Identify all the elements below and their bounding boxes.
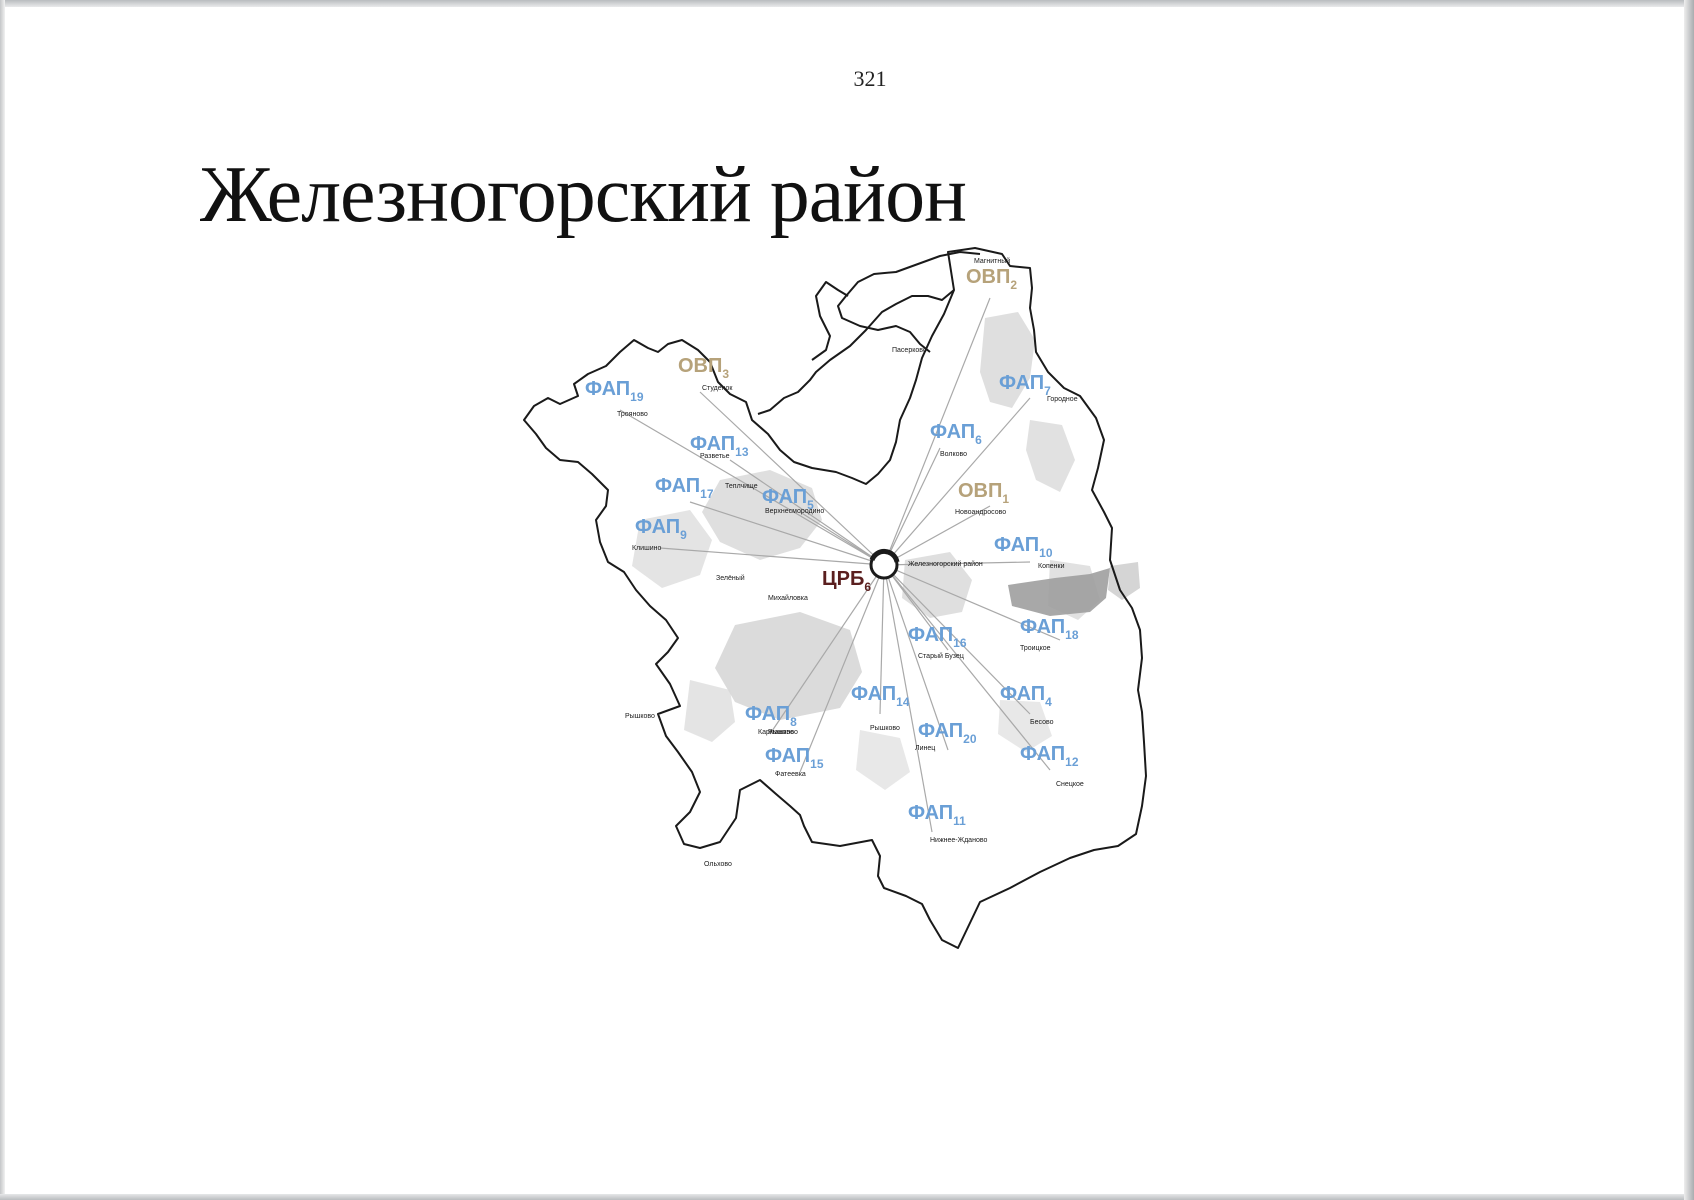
facility-number: 3 [722, 367, 729, 381]
boundary-line [523, 247, 1147, 949]
district-map: ЦРБ6 ОВП2ОВП3ФАП19ФАП7ФАП13ФАП6ФАП17 ФАП5… [523, 247, 1147, 949]
facility-number: 4 [1045, 695, 1052, 709]
facility-name: ФАП [994, 534, 1039, 556]
settlement-label: Разветье [700, 453, 730, 460]
facility-name: ФАП [1020, 743, 1065, 765]
settlement-label: Трояново [617, 411, 648, 418]
settlement-label: Зелёный [716, 574, 745, 582]
settlement-label: Городное [1047, 396, 1078, 403]
settlement-label: Магнитный [974, 257, 1010, 265]
facility-number: 14 [896, 695, 910, 709]
settlement-label: Снецкое [1056, 781, 1084, 788]
page: 3 2 1 Железногорский район ЦРБ6 ОВП2 ОВП3 … [0, 0, 1694, 1200]
boundary-line [811, 281, 849, 361]
settlement-label: Старый Бузец [918, 652, 964, 660]
settlement-label: Бесово [1030, 719, 1054, 726]
district-boundary [523, 247, 1147, 949]
settlement-label: Верхнесмородино [765, 508, 824, 515]
facility-name: ФАП [635, 516, 680, 538]
settlement-label: Карманово [758, 729, 794, 736]
facility-name: ФАП [999, 372, 1044, 394]
settlement-label: Железногорский район [908, 560, 983, 568]
facility-number: 19 [630, 390, 644, 404]
facility-number: 1 [1002, 492, 1009, 506]
facility-number: 2 [1010, 278, 1017, 292]
facility-number: 8 [790, 715, 797, 729]
facility-name: ФАП [1020, 616, 1065, 638]
facility-name: ФАП [585, 378, 630, 400]
facility-name: ФАП [908, 624, 953, 646]
facility-name: ФАП [1000, 683, 1045, 705]
settlement-label: Фатеевка [775, 771, 806, 778]
settlement-label: Рышково [870, 725, 900, 732]
settlement-label: Клишино [632, 545, 661, 552]
facility-number: 6 [975, 433, 982, 447]
facility-name: ФАП [908, 802, 953, 824]
settlement-label: Теплчище [725, 483, 758, 490]
settlement-label: Пасерково [892, 347, 927, 354]
facility-number: 17 [700, 487, 714, 501]
facility-number: 12 [1065, 755, 1079, 769]
settlement-label: Линец [915, 745, 935, 752]
facility-number: 11 [953, 814, 966, 828]
facility-number: 10 [1039, 546, 1053, 560]
facility-name: ФАП [930, 421, 975, 443]
settlement-label: Копенки [1038, 563, 1065, 570]
facility-name: ФАП [655, 475, 700, 497]
facility-number: 20 [963, 732, 977, 746]
settlement-label: Новоандросово [955, 509, 1006, 516]
settlement-label: Троицкое [1020, 645, 1051, 652]
facility-number: 13 [735, 445, 749, 459]
facility-name: ОВП [966, 266, 1010, 288]
facility-name: ФАП [918, 720, 963, 742]
facility-name: ФАП [762, 486, 807, 508]
settlement-label: Михайловка [768, 594, 808, 602]
settlement-label: Студенок [702, 385, 733, 392]
facility-number: 15 [810, 757, 824, 771]
facility-name: ФАП [851, 683, 896, 705]
facility-name: ФАП [765, 745, 810, 767]
facility-number: 9 [680, 528, 687, 542]
settlement-label: Волково [940, 451, 967, 458]
facility-name: ФАП [745, 703, 790, 725]
settlement-label: Ольхово [704, 861, 732, 868]
facility-name: ОВП [958, 480, 1002, 502]
facility-name: ОВП [678, 355, 722, 377]
settlement-label: Нижнее-Жданово [930, 837, 987, 844]
facility-number: 18 [1065, 628, 1079, 642]
facility-number: 16 [953, 636, 967, 650]
facility-name: ФАП [690, 433, 735, 455]
settlement-label: Рышково [625, 713, 655, 720]
